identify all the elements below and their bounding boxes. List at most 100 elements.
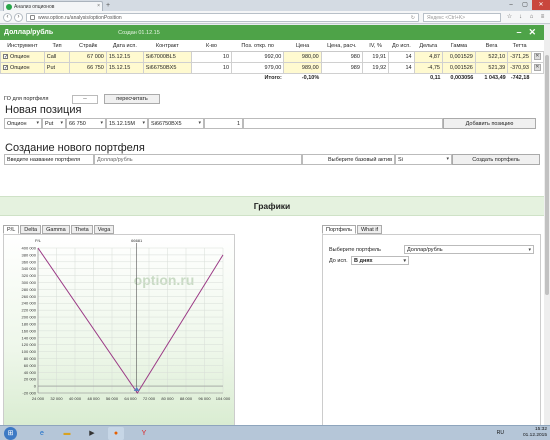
menu-icon[interactable]: ≡ xyxy=(539,13,546,21)
back-arrow-icon[interactable]: ‹ xyxy=(3,13,12,22)
maximize-button[interactable]: ▢ xyxy=(518,0,532,10)
days-cell[interactable]: 14 xyxy=(388,50,415,63)
tab-what-if[interactable]: What if xyxy=(356,225,383,234)
y-tick-label: 260 000 xyxy=(22,294,37,299)
scrollbar-thumb[interactable] xyxy=(545,55,549,295)
portfolio-name-input[interactable]: Доллар/рубль xyxy=(94,154,302,165)
total-vega: 1 043,49 xyxy=(475,73,508,82)
col-header[interactable]: Тип xyxy=(44,42,70,52)
col-header[interactable]: До исп. xyxy=(388,42,415,52)
contract-select[interactable]: Si66750BX5 ▾ xyxy=(148,118,204,129)
col-header[interactable]: Гамма xyxy=(442,42,476,52)
qty-cell[interactable]: 10 xyxy=(190,50,233,63)
instrument-select[interactable]: Опцион ▾ xyxy=(4,118,42,129)
tab-portfolio[interactable]: Портфель xyxy=(322,225,356,234)
portfolio-select[interactable]: Доллар/рубль ▾ xyxy=(404,245,534,254)
tab-delta[interactable]: Delta xyxy=(20,225,42,234)
chart-watermark: option.ru xyxy=(134,272,195,288)
iv-cell[interactable]: 19,92 xyxy=(361,61,390,74)
margin-value: -- xyxy=(72,94,98,104)
col-header[interactable]: Контракт xyxy=(143,42,192,52)
type-cell: Call xyxy=(43,50,71,63)
tab-pl[interactable]: P/L xyxy=(3,225,20,234)
date-select[interactable]: 15.12.15M ▾ xyxy=(106,118,148,129)
col-header[interactable]: Поз. откр. по xyxy=(231,42,284,52)
col-header[interactable]: Страйк xyxy=(69,42,107,52)
delete-row-icon[interactable]: ✕ xyxy=(533,64,541,71)
row-checkbox[interactable]: ✓ xyxy=(3,64,8,70)
system-clock[interactable]: 15:32 01.12.2015 xyxy=(523,427,547,438)
close-window-button[interactable]: ✕ xyxy=(532,0,550,10)
table-row: ✓ Опцион Put 66 750 15.12.15 Si66750BX5 1… xyxy=(0,61,544,74)
x-tick-label: 72 000 xyxy=(143,396,156,401)
tab-vega[interactable]: Vega xyxy=(93,225,115,234)
recalc-button[interactable]: пересчитать xyxy=(104,94,160,104)
col-header[interactable]: Дельта xyxy=(414,42,443,52)
y-tick-label: 400 000 xyxy=(22,246,37,251)
create-portfolio-button[interactable]: Создать портфель xyxy=(452,154,540,165)
type-select[interactable]: Put ▾ xyxy=(42,118,66,129)
col-header[interactable]: Инструмент xyxy=(0,42,45,52)
search-box[interactable]: Яндекс <Ctrl+K> xyxy=(423,13,501,22)
y-tick-label: 320 000 xyxy=(22,273,37,278)
ie-icon[interactable]: e xyxy=(34,427,50,440)
base-asset-label: Выберите базовый актив xyxy=(302,154,395,165)
graphs-header: Графики xyxy=(0,196,544,216)
tab-close-icon[interactable]: × xyxy=(97,3,100,9)
delete-row-icon[interactable]: ✕ xyxy=(533,53,541,60)
col-header[interactable]: Цена, расч. xyxy=(321,42,363,52)
close-panel-icon[interactable]: ✕ xyxy=(528,27,536,37)
language-indicator[interactable]: RU xyxy=(497,430,504,436)
calc-price-cell[interactable]: 989 xyxy=(320,61,363,74)
bookmark-star-icon[interactable]: ☆ xyxy=(506,13,513,21)
iv-cell[interactable]: 19,91 xyxy=(361,50,390,63)
qty-input[interactable]: 1 xyxy=(204,118,243,129)
calc-price-cell[interactable]: 980 xyxy=(320,50,363,63)
home-icon[interactable]: ⌂ xyxy=(528,13,535,21)
tab-gamma[interactable]: Gamma xyxy=(42,225,70,234)
pl-chart[interactable]: option.ru 400 000380 000 360 000 340 000 320… xyxy=(4,235,236,425)
open-price-cell[interactable]: 979,00 xyxy=(231,61,285,74)
collapse-icon[interactable]: – xyxy=(516,27,521,37)
col-header[interactable]: Вега xyxy=(475,42,508,52)
new-tab-button[interactable]: + xyxy=(106,2,110,10)
media-player-icon[interactable]: ▶ xyxy=(84,427,100,440)
browser-tab[interactable]: Анализ опционов × xyxy=(3,1,103,11)
page-scrollbar[interactable] xyxy=(544,25,550,425)
x-tick-label: 104 000 xyxy=(216,396,231,401)
reload-icon[interactable]: ↻ xyxy=(411,15,415,21)
days-cell[interactable]: 14 xyxy=(388,61,415,74)
open-price-cell[interactable]: 992,00 xyxy=(231,50,285,63)
col-header[interactable]: IV, % xyxy=(362,42,389,52)
base-asset-select[interactable]: Si ▾ xyxy=(395,154,452,165)
col-header[interactable]: Дата исп. xyxy=(106,42,144,52)
portfolio-name-label: Введите название портфеля xyxy=(4,154,94,165)
firefox-icon[interactable]: ● xyxy=(108,427,124,440)
new-position-title: Новая позиция xyxy=(5,104,82,116)
forward-arrow-icon[interactable]: › xyxy=(14,13,23,22)
strike-select[interactable]: 66 750 ▾ xyxy=(66,118,106,129)
till-expiry-select[interactable]: В днях ▾ xyxy=(351,256,409,265)
vega-cell: 521,39 xyxy=(474,61,509,74)
y-tick-label: 300 000 xyxy=(22,280,37,285)
x-tick-label: 48 000 xyxy=(87,396,100,401)
browser-tab-bar: Анализ опционов × + – ▢ ✕ xyxy=(0,0,550,11)
add-position-button[interactable]: Добавить позицию xyxy=(443,118,536,129)
type-cell: Put xyxy=(43,61,71,74)
col-header[interactable]: Цена xyxy=(283,42,322,52)
col-header[interactable]: Тетта xyxy=(507,42,532,52)
download-icon[interactable]: ↓ xyxy=(517,13,524,21)
row-checkbox[interactable]: ✓ xyxy=(3,53,8,59)
start-button[interactable]: ⊞ xyxy=(4,427,17,440)
y-tick-label: 240 000 xyxy=(22,301,37,306)
address-bar[interactable]: www.option.ru/analysis/optionPosition ↻ xyxy=(26,13,419,22)
yandex-icon[interactable]: Y xyxy=(136,427,152,440)
minimize-button[interactable]: – xyxy=(504,0,518,10)
tab-theta[interactable]: Theta xyxy=(70,225,93,234)
chevron-down-icon: ▾ xyxy=(198,120,201,126)
qty-cell[interactable]: 10 xyxy=(190,61,233,74)
delete-cell: ✕ xyxy=(530,50,544,63)
col-header[interactable]: К-во xyxy=(191,42,232,52)
folder-icon[interactable]: ▬ xyxy=(59,427,75,440)
y-axis-label: P/L xyxy=(35,238,42,243)
